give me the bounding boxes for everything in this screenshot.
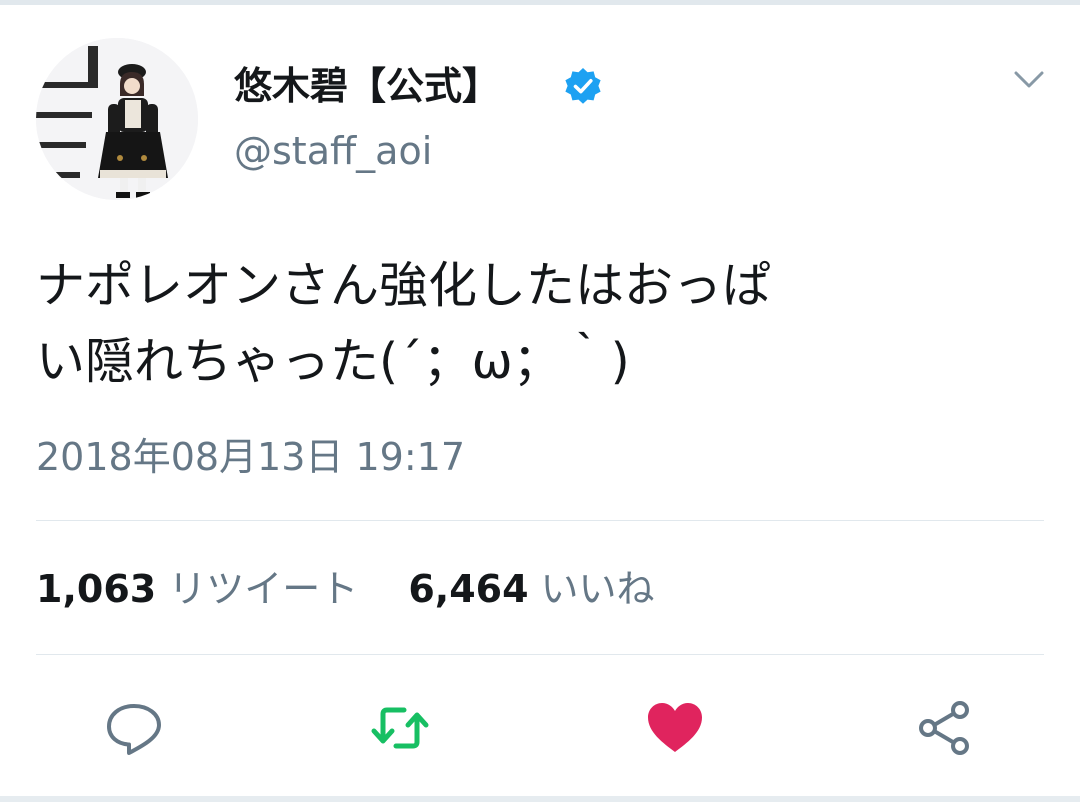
avatar-photo <box>36 38 198 200</box>
retweet-stat[interactable]: 1,063 リツイート <box>36 567 370 611</box>
retweet-arrows-icon <box>371 707 429 749</box>
like-label: いいね <box>540 567 655 611</box>
speech-bubble-icon <box>107 704 161 755</box>
tweet-stats: 1,063 リツイート 6,464 いいね <box>36 560 655 618</box>
tweet-timestamp: 2018年08月13日 19:17 <box>36 435 466 479</box>
retweet-label: リツイート <box>168 567 359 611</box>
avatar[interactable] <box>36 38 198 200</box>
share-button[interactable] <box>914 698 974 758</box>
retweet-button[interactable] <box>370 698 430 758</box>
heart-icon <box>648 703 702 752</box>
divider <box>36 520 1044 521</box>
like-count: 6,464 <box>408 567 529 611</box>
divider <box>36 654 1044 655</box>
top-divider <box>0 0 1080 5</box>
chevron-down-icon[interactable] <box>1012 66 1046 94</box>
tweet-text-line: い隠れちゃった(´；ω；｀) <box>36 333 630 390</box>
user-handle[interactable]: @staff_aoi <box>234 126 432 176</box>
like-stat[interactable]: 6,464 いいね <box>408 567 654 611</box>
share-nodes-icon <box>919 701 969 755</box>
tweet-text-line: ナポレオンさん強化したはおっぱ <box>36 257 772 314</box>
display-name[interactable]: 悠木碧【公式】 <box>234 60 500 112</box>
reply-button[interactable] <box>104 698 164 758</box>
bottom-divider <box>0 796 1080 802</box>
like-button[interactable] <box>645 698 705 758</box>
retweet-count: 1,063 <box>36 567 157 611</box>
tweet-text: ナポレオンさん強化したはおっぱ い隠れちゃった(´；ω；｀) <box>36 248 1046 400</box>
verified-badge-icon <box>565 68 601 104</box>
